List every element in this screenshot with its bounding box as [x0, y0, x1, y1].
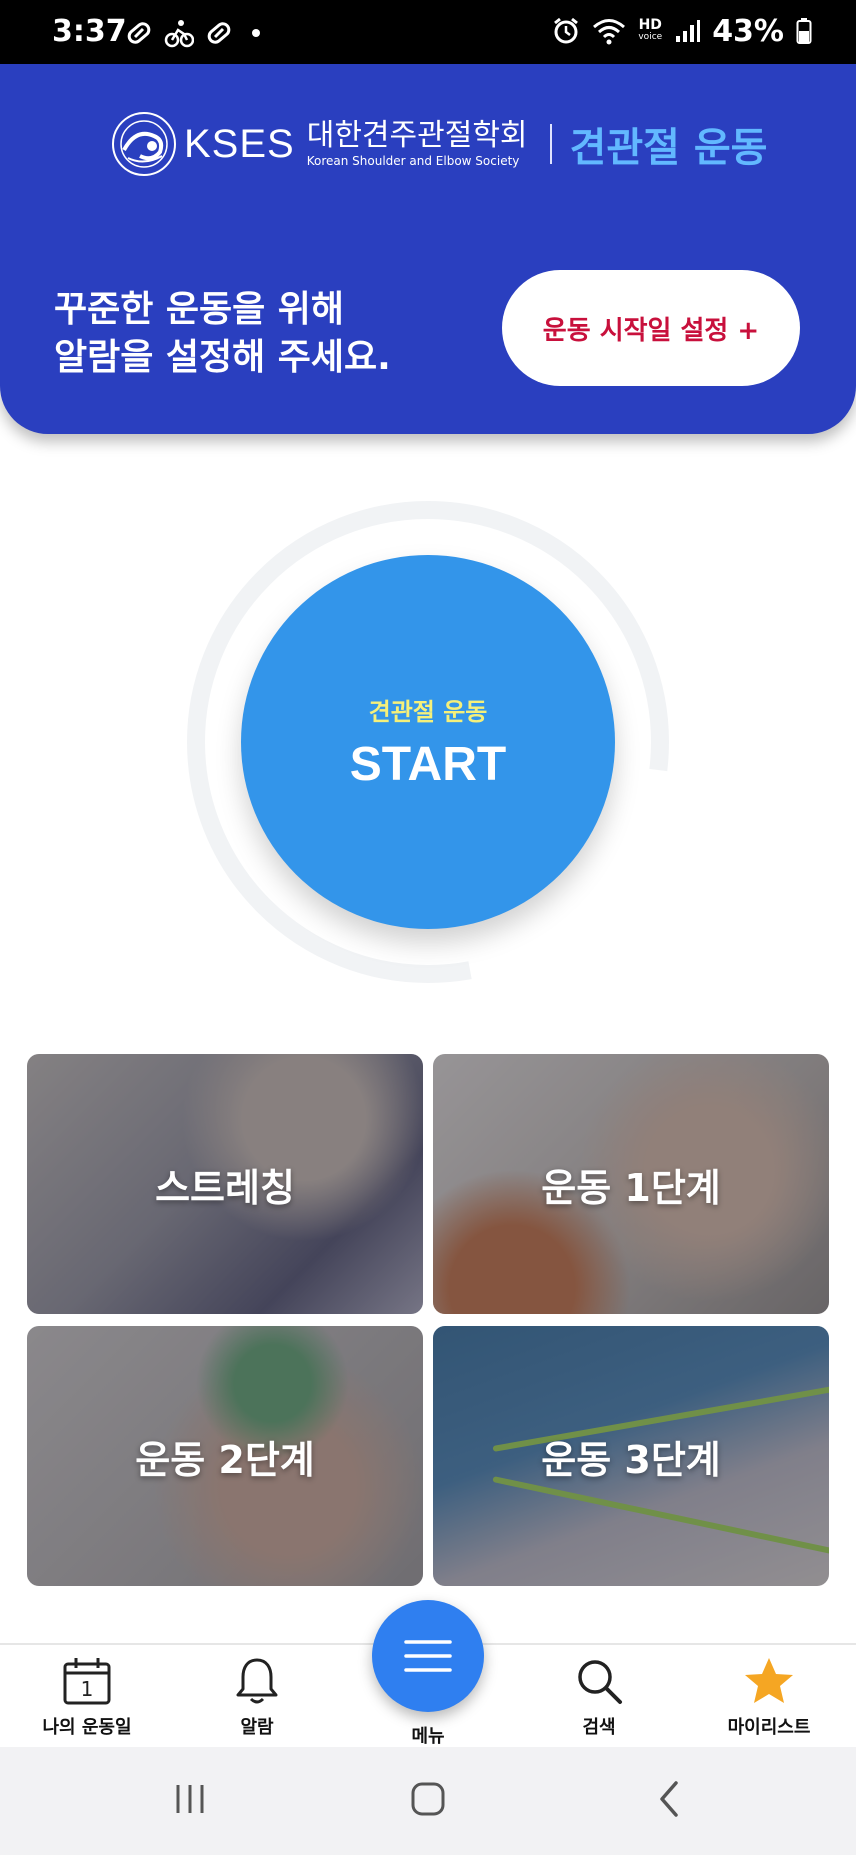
tile-stretching[interactable]: 스트레칭 [27, 1054, 423, 1314]
tile-label: 운동 3단계 [541, 1437, 721, 1482]
nav-label: 마이리스트 [727, 1717, 811, 1738]
menu-button[interactable] [372, 1600, 484, 1712]
nav-mylist[interactable]: 마이리스트 [684, 1645, 854, 1749]
nav-search[interactable]: 검색 [514, 1645, 684, 1749]
app-header: KSES 대한견주관절학회 Korean Shoulder and Elbow … [0, 64, 856, 434]
more-notifications-dot [252, 29, 260, 37]
alarm-prompt-line1: 꾸준한 운동을 위해 [54, 289, 345, 330]
logo-org-english: Korean Shoulder and Elbow Society [306, 154, 520, 168]
star-icon [745, 1658, 793, 1703]
battery-percentage: 43% [712, 13, 784, 49]
status-bar: 3:37 HD voice 43% [0, 0, 856, 64]
search-icon [578, 1660, 622, 1704]
set-start-date-button[interactable]: 운동 시작일 설정 + [502, 270, 800, 386]
tile-exercise-stage-3[interactable]: 운동 3단계 [433, 1326, 829, 1586]
cycling-icon [164, 20, 194, 48]
system-icons: HD voice 43% [552, 13, 812, 49]
tile-label: 운동 2단계 [135, 1437, 315, 1482]
logo-org-name: 대한견주관절학회 Korean Shoulder and Elbow Socie… [306, 118, 528, 169]
nav-menu-label: 메뉴 [411, 1726, 445, 1747]
nav-alarm[interactable]: 알람 [172, 1645, 342, 1749]
status-time: 3:37 [52, 14, 127, 49]
pill-icon [127, 22, 151, 44]
back-icon[interactable] [650, 1779, 690, 1819]
kses-emblem-icon [112, 112, 176, 176]
signal-icon [676, 20, 701, 42]
alarm-clock-icon [554, 17, 579, 44]
kses-logo: KSES 대한견주관절학회 Korean Shoulder and Elbow … [110, 110, 767, 178]
notification-icons [124, 18, 260, 48]
logo-org-korean: 대한견주관절학회 [306, 118, 528, 153]
start-widget: 견관절 운동 START [186, 500, 670, 984]
tile-label: 스트레칭 [155, 1165, 295, 1210]
logo-divider [549, 124, 552, 164]
system-navigation-bar [0, 1747, 856, 1855]
pill-icon-2 [207, 22, 231, 44]
nav-my-exercise-days[interactable]: 1 나의 운동일 [2, 1645, 172, 1749]
nav-label: 알람 [240, 1717, 274, 1738]
start-subtitle: 견관절 운동 [368, 698, 488, 726]
bell-icon [236, 1658, 278, 1704]
recent-apps-icon[interactable] [170, 1779, 210, 1819]
tile-exercise-stage-2[interactable]: 운동 2단계 [27, 1326, 423, 1586]
alarm-prompt-line2: 알람을 설정해 주세요. [54, 337, 391, 378]
home-icon[interactable] [408, 1779, 448, 1819]
battery-icon [796, 18, 812, 44]
app-title: 견관절 운동 [569, 125, 768, 171]
start-label: START [349, 738, 507, 791]
hamburger-icon [404, 1640, 452, 1672]
calendar-icon: 1 [63, 1658, 111, 1705]
calendar-day: 1 [81, 1677, 94, 1701]
start-button[interactable]: 견관절 운동 START [241, 555, 615, 929]
nav-label: 나의 운동일 [42, 1717, 132, 1738]
tile-label: 운동 1단계 [541, 1165, 721, 1210]
logo-kses-text: KSES [184, 121, 295, 166]
alarm-prompt: 꾸준한 운동을 위해 알람을 설정해 주세요. [54, 286, 391, 382]
hd-voice-indicator: HD voice [638, 17, 663, 42]
wifi-icon [593, 19, 626, 45]
tile-exercise-stage-1[interactable]: 운동 1단계 [433, 1054, 829, 1314]
nav-label: 검색 [582, 1717, 616, 1738]
